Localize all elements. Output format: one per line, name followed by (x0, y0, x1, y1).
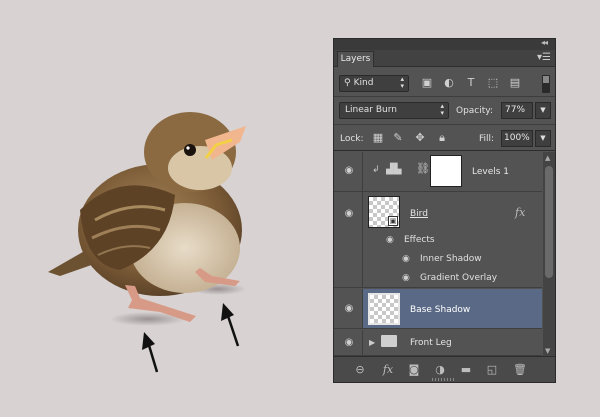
smart-object-badge-icon: ▣ (388, 216, 398, 226)
blend-mode-select[interactable]: Linear Burn ▴ ▾ (339, 102, 449, 119)
fx-style-icon[interactable]: fx (380, 363, 396, 377)
spinner-arrows-icon: ▴ ▾ (400, 75, 404, 90)
panel-footer: ⊖ fx ◙ ◑ ▬ ◱ 🗑︎ (334, 356, 555, 382)
blend-row: Linear Burn ▴ ▾ Opacity: 77% ▼ (334, 96, 555, 123)
document-canvas[interactable] (0, 0, 330, 417)
lock-row: Lock: ▦ ✎ ✥ 🔒︎ Fill: 100% ▼ (334, 124, 555, 151)
panel-menu-icon[interactable]: ▾☰ (537, 52, 551, 63)
chevron-down-icon: ▼ (540, 106, 546, 114)
layer-levels-1[interactable]: ◉ ↲ ▟▙ ⛓ Levels 1 (334, 152, 542, 192)
spinner-arrows-icon: ▴ ▾ (440, 102, 444, 117)
scroll-down-icon[interactable]: ▼ (545, 347, 550, 355)
image-filter-icon[interactable]: ▣ (420, 76, 434, 90)
lock-all-icon[interactable]: 🔒︎ (436, 132, 448, 144)
scrollbar-thumb[interactable] (545, 166, 553, 278)
eye-icon[interactable]: ◉ (342, 166, 356, 176)
adjustment-layer-icon[interactable]: ◑ (432, 363, 448, 377)
opacity-dropdown-button[interactable]: ▼ (535, 102, 551, 119)
eye-icon[interactable]: ◉ (342, 209, 356, 219)
filter-row: ⚲ Kind ▴ ▾ ▣ ◐ T ⬚ ▤ (334, 72, 555, 96)
adjustment-filter-icon[interactable]: ◐ (442, 76, 456, 90)
filter-kind-select[interactable]: ⚲ Kind ▴ ▾ (339, 75, 409, 92)
expand-triangle-icon[interactable]: ▶ (369, 338, 375, 347)
double-chevron-left-icon[interactable]: ◂◂ (541, 38, 548, 47)
clipping-arrow-icon: ↲ (372, 165, 380, 175)
trash-icon[interactable]: 🗑︎ (512, 363, 528, 377)
panel-topbar: ◂◂ (334, 38, 555, 50)
fill-input[interactable]: 100% (501, 130, 533, 147)
layer-group-front-leg[interactable]: ◉ ▶ Front Leg (334, 330, 542, 356)
filter-kind-label: Kind (353, 78, 374, 88)
layer-bird[interactable]: ◉ ▣ Bird fx ◉ Effects ◉ Inner Shadow ◉ G… (334, 192, 542, 288)
layer-thumbnail[interactable] (368, 293, 400, 325)
filter-toggle-switch[interactable] (542, 75, 550, 93)
layer-name: Base Shadow (410, 305, 471, 315)
fill-dropdown-button[interactable]: ▼ (535, 130, 551, 147)
layer-name: Front Leg (410, 338, 452, 348)
smart-object-filter-icon[interactable]: ▤ (508, 76, 522, 90)
eye-icon[interactable]: ◉ (402, 254, 410, 264)
eye-icon[interactable]: ◉ (386, 235, 394, 245)
lock-image-brush-icon[interactable]: ✎ (392, 132, 404, 144)
opacity-label: Opacity: (456, 106, 493, 116)
levels-histogram-icon: ▟▙ (386, 164, 402, 175)
layers-panel: ◂◂ Layers ▾☰ ⚲ Kind ▴ ▾ ▣ ◐ T ⬚ ▤ Linear B… (333, 38, 556, 383)
eye-icon[interactable]: ◉ (342, 338, 356, 348)
scroll-up-icon[interactable]: ▲ (545, 154, 550, 162)
layer-list: ◉ ↲ ▟▙ ⛓ Levels 1 ◉ ▣ Bird fx ◉ Effects … (334, 152, 542, 356)
tab-layers[interactable]: Layers (337, 51, 374, 67)
arrow-left (142, 332, 159, 373)
layer-mask-icon[interactable]: ◙ (406, 363, 422, 377)
blend-mode-value: Linear Burn (345, 105, 397, 115)
eye-icon[interactable]: ◉ (342, 304, 356, 314)
bird-eye (184, 144, 196, 156)
new-group-icon[interactable]: ▬ (458, 363, 474, 377)
opacity-input[interactable]: 77% (501, 102, 533, 119)
layer-name: Levels 1 (472, 167, 510, 177)
search-icon: ⚲ (344, 78, 351, 88)
eye-icon[interactable]: ◉ (402, 273, 410, 283)
layer-mask-thumbnail[interactable] (430, 155, 462, 187)
effect-gradient-overlay[interactable]: Gradient Overlay (420, 273, 497, 283)
arrow-right (221, 303, 240, 347)
panel-header: Layers ▾☰ (334, 50, 555, 67)
folder-icon (381, 335, 397, 347)
layer-thumbnail[interactable]: ▣ (368, 196, 400, 228)
bird-illustration (48, 112, 246, 373)
layer-base-shadow[interactable]: ◉ Base Shadow (334, 289, 542, 329)
fx-icon[interactable]: fx (515, 206, 525, 219)
fill-label: Fill: (479, 134, 495, 144)
resize-grip[interactable] (432, 378, 456, 381)
shape-filter-icon[interactable]: ⬚ (486, 76, 500, 90)
layer-name: Bird (410, 209, 428, 219)
effect-inner-shadow[interactable]: Inner Shadow (420, 254, 482, 264)
type-filter-icon[interactable]: T (464, 76, 478, 90)
visibility-column (334, 192, 363, 287)
chain-link-icon[interactable]: ⛓ (416, 162, 430, 175)
layer-list-scrollbar[interactable]: ▲ ▼ (543, 152, 555, 356)
lock-label: Lock: (340, 134, 364, 144)
effects-label: Effects (404, 235, 435, 245)
chevron-down-icon: ▼ (540, 134, 546, 142)
link-layers-icon[interactable]: ⊖ (352, 363, 368, 377)
new-layer-icon[interactable]: ◱ (484, 363, 500, 377)
lock-transparency-icon[interactable]: ▦ (372, 132, 384, 144)
lock-position-icon[interactable]: ✥ (414, 132, 426, 144)
